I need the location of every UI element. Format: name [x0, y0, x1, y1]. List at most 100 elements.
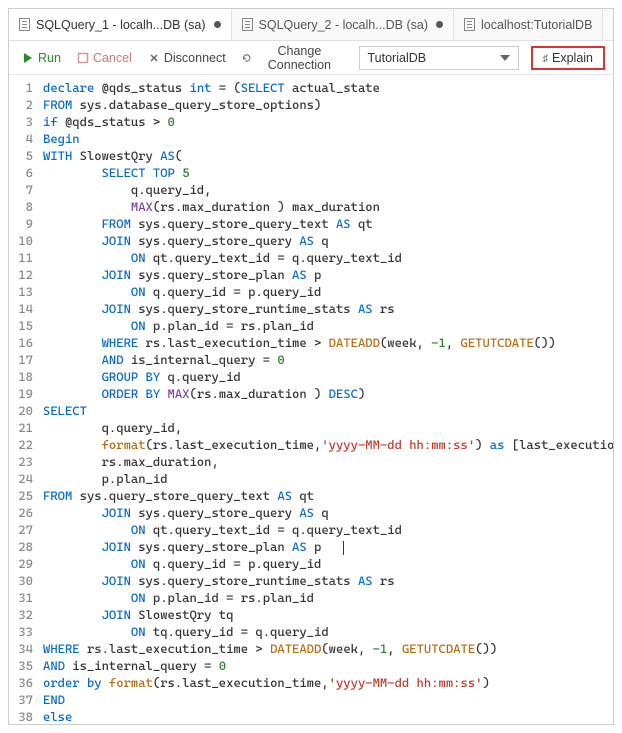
code-line[interactable]: q.query_id, [43, 181, 607, 198]
tab-label: SQLQuery_1 - localh...DB (sa) [36, 18, 206, 32]
line-number: 31 [9, 589, 33, 606]
code-line[interactable]: WITH SlowestQry AS( [43, 147, 607, 164]
line-number: 13 [9, 283, 33, 300]
code-line[interactable]: JOIN sys.query_store_runtime_stats AS rs [43, 300, 607, 317]
code-line[interactable]: JOIN sys.query_store_plan AS p [43, 266, 607, 283]
plan-icon [543, 51, 549, 65]
code-line[interactable]: declare @qds_status int = (SELECT actual… [43, 79, 607, 96]
code-line[interactable]: ON tq.query_id = q.query_id [43, 623, 607, 640]
line-number: 14 [9, 300, 33, 317]
line-number: 26 [9, 504, 33, 521]
database-dropdown[interactable]: TutorialDB [359, 46, 519, 70]
line-number: 24 [9, 470, 33, 487]
explain-label: Explain [552, 51, 593, 65]
code-line[interactable]: ON qt.query_text_id = q.query_text_id [43, 521, 607, 538]
cancel-label: Cancel [93, 51, 132, 65]
refresh-icon [242, 52, 252, 64]
play-icon [22, 52, 34, 64]
line-number: 11 [9, 249, 33, 266]
line-number: 9 [9, 215, 33, 232]
code-line[interactable]: AND is_internal_query = 0 [43, 657, 607, 674]
code-line[interactable]: order by format(rs.last_execution_time,'… [43, 674, 607, 691]
tab-bar: SQLQuery_1 - localh...DB (sa) SQLQuery_2… [9, 9, 613, 41]
code-line[interactable]: FROM sys.query_store_query_text AS qt [43, 487, 607, 504]
code-line[interactable]: SELECT TOP 5 [43, 164, 607, 181]
line-number: 27 [9, 521, 33, 538]
code-line[interactable]: q.query_id, [43, 419, 607, 436]
line-number: 33 [9, 623, 33, 640]
code-line[interactable]: JOIN sys.query_store_query AS q [43, 504, 607, 521]
dirty-dot-icon [436, 21, 443, 28]
text-cursor [343, 541, 344, 555]
line-number: 15 [9, 317, 33, 334]
tab-sqlquery2[interactable]: SQLQuery_2 - localh...DB (sa) [232, 9, 455, 40]
code-editor[interactable]: 1234567891011121314151617181920212223242… [9, 75, 613, 724]
code-line[interactable]: p.plan_id [43, 470, 607, 487]
explain-button[interactable]: Explain [531, 46, 606, 70]
code-line[interactable]: if @qds_status > 0 [43, 113, 607, 130]
line-number: 2 [9, 96, 33, 113]
code-line[interactable]: WHERE rs.last_execution_time > DATEADD(w… [43, 334, 607, 351]
line-number: 17 [9, 351, 33, 368]
code-line[interactable]: SELECT [43, 402, 607, 419]
line-number: 10 [9, 232, 33, 249]
code-line[interactable]: format(rs.last_execution_time,'yyyy-MM-d… [43, 436, 607, 453]
line-number: 6 [9, 164, 33, 181]
code-line[interactable]: ON p.plan_id = rs.plan_id [43, 317, 607, 334]
tab-sqlquery1[interactable]: SQLQuery_1 - localh...DB (sa) [9, 9, 232, 40]
stop-icon [77, 52, 89, 64]
tab-label: localhost:TutorialDB [481, 18, 592, 32]
line-number: 38 [9, 708, 33, 724]
code-line[interactable]: JOIN sys.query_store_runtime_stats AS rs [43, 572, 607, 589]
code-line[interactable]: GROUP BY q.query_id [43, 368, 607, 385]
line-number: 30 [9, 572, 33, 589]
line-number: 18 [9, 368, 33, 385]
code-line[interactable]: ON q.query_id = p.query_id [43, 283, 607, 300]
line-number: 4 [9, 130, 33, 147]
code-line[interactable]: FROM sys.query_store_query_text AS qt [43, 215, 607, 232]
dirty-dot-icon [214, 21, 221, 28]
tab-label: SQLQuery_2 - localh...DB (sa) [259, 18, 429, 32]
code-line[interactable]: ON p.plan_id = rs.plan_id [43, 589, 607, 606]
code-line[interactable]: MAX(rs.max_duration ) max_duration [43, 198, 607, 215]
line-number: 37 [9, 691, 33, 708]
code-line[interactable]: WHERE rs.last_execution_time > DATEADD(w… [43, 640, 607, 657]
change-connection-button[interactable]: Change Connection [237, 42, 349, 74]
disconnect-label: Disconnect [164, 51, 226, 65]
code-line[interactable]: AND is_internal_query = 0 [43, 351, 607, 368]
line-number: 28 [9, 538, 33, 555]
code-line[interactable]: ORDER BY MAX(rs.max_duration ) DESC) [43, 385, 607, 402]
code-line[interactable]: rs.max_duration, [43, 453, 607, 470]
line-number: 29 [9, 555, 33, 572]
run-button[interactable]: Run [17, 49, 66, 67]
change-conn-label: Change Connection [255, 44, 343, 72]
code-line[interactable]: JOIN SlowestQry tq [43, 606, 607, 623]
code-line[interactable]: JOIN sys.query_store_query AS q [43, 232, 607, 249]
line-gutter: 1234567891011121314151617181920212223242… [9, 75, 41, 724]
file-icon [242, 18, 253, 31]
file-icon [464, 18, 475, 31]
code-content[interactable]: declare @qds_status int = (SELECT actual… [41, 75, 613, 724]
chevron-down-icon [500, 55, 510, 61]
line-number: 20 [9, 402, 33, 419]
code-line[interactable]: ON q.query_id = p.query_id [43, 555, 607, 572]
line-number: 22 [9, 436, 33, 453]
line-number: 1 [9, 79, 33, 96]
cancel-button[interactable]: Cancel [72, 49, 137, 67]
code-line[interactable]: END [43, 691, 607, 708]
editor-frame: SQLQuery_1 - localh...DB (sa) SQLQuery_2… [8, 8, 614, 725]
line-number: 21 [9, 419, 33, 436]
code-line[interactable]: ON qt.query_text_id = q.query_text_id [43, 249, 607, 266]
tab-tutorialdb[interactable]: localhost:TutorialDB [454, 9, 603, 40]
line-number: 5 [9, 147, 33, 164]
disconnect-button[interactable]: Disconnect [143, 49, 231, 67]
code-line[interactable]: JOIN sys.query_store_plan AS p [43, 538, 607, 555]
line-number: 7 [9, 181, 33, 198]
file-icon [19, 18, 30, 31]
code-line[interactable]: Begin [43, 130, 607, 147]
code-line[interactable]: else [43, 708, 607, 724]
code-line[interactable]: FROM sys.database_query_store_options) [43, 96, 607, 113]
line-number: 16 [9, 334, 33, 351]
line-number: 19 [9, 385, 33, 402]
line-number: 25 [9, 487, 33, 504]
